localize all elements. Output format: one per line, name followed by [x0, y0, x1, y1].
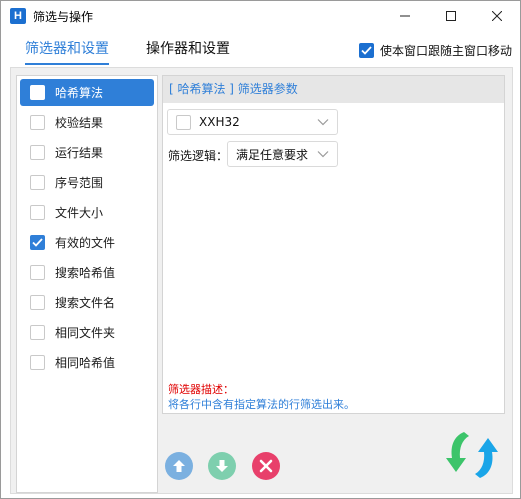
checkbox-icon[interactable]	[30, 115, 45, 130]
logic-combobox[interactable]: 满足任意要求	[227, 141, 338, 167]
checkbox-icon[interactable]	[30, 355, 45, 370]
chevron-down-icon	[317, 151, 329, 158]
checkbox-icon[interactable]	[30, 295, 45, 310]
filter-item-label: 序号范围	[55, 176, 104, 190]
filter-item-verify-result[interactable]: 校验结果	[20, 109, 154, 136]
title-bar[interactable]: H 筛选与操作	[1, 1, 520, 31]
filter-item-label: 运行结果	[55, 146, 104, 160]
params-header: [ 哈希算法 ] 筛选器参数	[163, 76, 504, 103]
description-text: 将各行中含有指定算法的行筛选出来。	[168, 398, 355, 411]
filter-item-search-hash[interactable]: 搜索哈希值	[20, 259, 154, 286]
checkbox-checked-icon	[359, 42, 374, 58]
filter-item-same-folder[interactable]: 相同文件夹	[20, 319, 154, 346]
filter-item-search-filename[interactable]: 搜索文件名	[20, 289, 154, 316]
description-title: 筛选器描述：	[168, 383, 234, 396]
minimize-button[interactable]	[382, 1, 428, 31]
follow-main-window-checkbox[interactable]: 使本窗口跟随主窗口移动	[359, 41, 512, 59]
filter-item-label: 相同文件夹	[55, 326, 116, 340]
filter-item-label: 哈希算法	[55, 86, 104, 100]
arrow-down-icon	[216, 460, 228, 472]
logic-label: 筛选逻辑：	[168, 149, 229, 163]
window-title: 筛选与操作	[33, 10, 94, 24]
filter-item-label: 相同哈希值	[55, 356, 116, 370]
chevron-down-icon	[317, 119, 329, 126]
checkbox-icon[interactable]	[30, 265, 45, 280]
algorithm-value: XXH32	[199, 115, 240, 129]
refresh-arrows-icon	[446, 432, 498, 478]
app-icon: H	[10, 8, 26, 24]
checkbox-checked-icon[interactable]	[30, 235, 45, 250]
delete-button[interactable]	[252, 452, 280, 480]
checkbox-icon[interactable]	[30, 325, 45, 340]
filter-item-index-range[interactable]: 序号范围	[20, 169, 154, 196]
filter-item-label: 搜索哈希值	[55, 266, 116, 280]
tab-bar: 筛选器和设置 操作器和设置 使本窗口跟随主窗口移动	[1, 31, 520, 65]
close-icon	[259, 459, 273, 473]
tab-filters-settings[interactable]: 筛选器和设置	[25, 39, 109, 65]
apply-button[interactable]	[442, 426, 502, 484]
checkbox-icon[interactable]	[30, 205, 45, 220]
filter-list: 哈希算法 校验结果 运行结果 序号范围 文件大小 有效的文件 搜索哈希值 搜索文…	[16, 75, 158, 493]
close-button[interactable]	[474, 1, 520, 31]
close-icon	[492, 11, 502, 21]
filter-item-hash-algorithm[interactable]: 哈希算法	[20, 79, 154, 106]
minimize-icon	[400, 15, 410, 17]
maximize-button[interactable]	[428, 1, 474, 31]
move-up-button[interactable]	[165, 452, 193, 480]
logic-value: 满足任意要求	[236, 147, 309, 162]
filter-item-label: 有效的文件	[55, 236, 116, 250]
filter-item-file-size[interactable]: 文件大小	[20, 199, 154, 226]
filter-item-valid-files[interactable]: 有效的文件	[20, 229, 154, 256]
filter-item-label: 文件大小	[55, 206, 104, 220]
filter-item-label: 搜索文件名	[55, 296, 116, 310]
maximize-icon	[446, 11, 456, 21]
checkbox-icon[interactable]	[30, 145, 45, 160]
checkbox-icon[interactable]	[176, 114, 191, 130]
move-down-button[interactable]	[208, 452, 236, 480]
filter-item-run-result[interactable]: 运行结果	[20, 139, 154, 166]
filter-item-label: 校验结果	[55, 116, 104, 130]
algorithm-combobox[interactable]: XXH32	[167, 109, 338, 135]
tab-operators-settings[interactable]: 操作器和设置	[146, 39, 230, 61]
arrow-up-icon	[173, 460, 185, 472]
checkbox-icon[interactable]	[30, 85, 45, 100]
checkbox-icon[interactable]	[30, 175, 45, 190]
filter-item-same-hash[interactable]: 相同哈希值	[20, 349, 154, 376]
follow-main-window-label: 使本窗口跟随主窗口移动	[380, 43, 513, 58]
